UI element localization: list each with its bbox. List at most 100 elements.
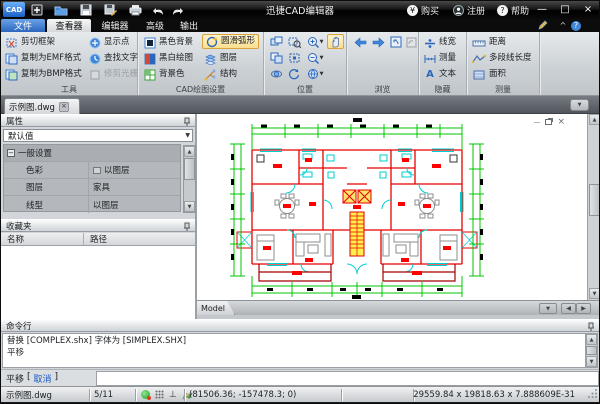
zoom-all-dropdown[interactable]: ▼: [320, 71, 324, 77]
tab-file[interactable]: 文件: [1, 19, 45, 32]
document-close-icon[interactable]: ×: [59, 102, 69, 112]
redo-button[interactable]: [169, 3, 186, 17]
show-points-button[interactable]: 显示点: [89, 35, 130, 50]
command-history[interactable]: 替换 [COMPLEX.shx] 字体为 [SIMPLEX.SHX] 平移: [2, 333, 587, 368]
mdi-close-icon[interactable]: ×: [557, 117, 565, 127]
view-3d-icon[interactable]: [268, 67, 284, 81]
structure-icon: [204, 69, 217, 81]
ribbon-help-icon[interactable]: ?: [569, 20, 583, 31]
column-name[interactable]: 名称: [1, 233, 83, 245]
forward-icon[interactable]: [370, 35, 386, 49]
snap-toggle-icon[interactable]: [141, 390, 150, 399]
scroll-left-icon[interactable]: ◀: [561, 303, 576, 314]
cancel-link[interactable]: 取消: [34, 372, 52, 385]
edit-pencil-icon[interactable]: [535, 20, 549, 31]
copy-emf-button[interactable]: 复制为EMF格式: [5, 51, 81, 66]
ortho-toggle-icon[interactable]: ⊥: [169, 390, 177, 400]
save-button[interactable]: [77, 3, 94, 17]
zoom-all-button[interactable]: ▼: [304, 67, 326, 81]
zoom-select-icon[interactable]: [286, 35, 302, 49]
copy-bmp-button[interactable]: 复制为BMP格式: [5, 67, 82, 82]
property-row-linetype[interactable]: 线型 以图层: [4, 196, 180, 213]
tab-advanced[interactable]: 高级: [139, 19, 171, 32]
mdi-minimize-icon[interactable]: —: [533, 118, 540, 126]
minimize-button[interactable]: —: [532, 1, 552, 18]
scroll-up-icon[interactable]: ▲: [184, 146, 195, 157]
bw-drawing-button[interactable]: 黑白绘图: [144, 51, 193, 66]
app-logo-icon[interactable]: CAD: [3, 2, 25, 17]
model-tab[interactable]: Model: [197, 301, 235, 315]
zoom-out-dropdown[interactable]: ▼: [320, 55, 324, 61]
save-as-button[interactable]: [102, 3, 119, 17]
cut-frame-button[interactable]: 剪切框架: [5, 35, 55, 50]
column-path[interactable]: 路径: [83, 233, 107, 245]
ribbon-group-cad-settings: 黑色背景 黑白绘图 背景色 圆滑弧形 图层 结构 CAD绘图设置: [138, 32, 264, 95]
zoom-in-dropdown[interactable]: ▼: [320, 39, 324, 45]
tab-editor[interactable]: 编辑器: [93, 19, 137, 32]
property-row-layer[interactable]: 图层 家具: [4, 179, 180, 196]
hide-text-button[interactable]: A 文本: [424, 67, 456, 82]
scroll-down-icon[interactable]: ▼: [586, 356, 597, 367]
preset-select[interactable]: 默认值 ▼: [3, 129, 193, 142]
drawing-canvas[interactable]: — ×: [197, 114, 588, 300]
property-group-row[interactable]: − 一般设置: [4, 145, 180, 162]
previous-view-icon[interactable]: [388, 35, 404, 49]
next-view-icon[interactable]: [403, 35, 419, 49]
new-file-button[interactable]: [28, 3, 45, 17]
open-file-button[interactable]: [52, 3, 69, 17]
document-tab[interactable]: 示例图.dwg ×: [4, 98, 80, 114]
mdi-restore-icon[interactable]: [545, 119, 552, 125]
properties-scrollbar[interactable]: ▲ ▼: [183, 145, 196, 213]
scroll-thumb[interactable]: [589, 184, 600, 216]
refresh-view-icon[interactable]: [286, 67, 302, 81]
background-color-button[interactable]: 背景色: [144, 67, 185, 82]
zoom-out-button[interactable]: ▼: [304, 51, 326, 65]
back-icon[interactable]: [352, 35, 368, 49]
close-button[interactable]: ×: [578, 1, 598, 18]
structure-button[interactable]: 结构: [204, 67, 237, 82]
register-button[interactable]: 注册: [453, 2, 485, 18]
scroll-down-icon[interactable]: ▼: [184, 201, 195, 212]
undo-button[interactable]: [150, 3, 167, 17]
help-button[interactable]: ? 帮助: [497, 2, 529, 18]
black-background-button[interactable]: 黑色背景: [144, 35, 193, 50]
scroll-up-icon[interactable]: ▲: [586, 334, 597, 345]
pan-button[interactable]: [327, 34, 344, 49]
find-text-button[interactable]: 查找文字: [89, 51, 138, 66]
buy-button[interactable]: ¥ 购买: [407, 2, 439, 18]
divider: [89, 389, 90, 401]
resize-grip[interactable]: [588, 388, 598, 401]
command-input[interactable]: [96, 371, 599, 386]
print-button[interactable]: [127, 3, 144, 17]
zoom-in-button[interactable]: ▼: [304, 35, 326, 49]
command-scrollbar[interactable]: ▲ ▼: [585, 333, 598, 368]
property-row-color[interactable]: 色彩 以图层: [4, 162, 180, 179]
maximize-button[interactable]: □: [555, 1, 575, 18]
tab-viewer[interactable]: 查看器: [47, 19, 91, 32]
layers-button[interactable]: 图层: [204, 51, 237, 66]
measure-distance-button[interactable]: 距离: [472, 35, 506, 50]
hide-lineweight-button[interactable]: 线宽: [424, 35, 456, 50]
zoom-extents-icon[interactable]: [286, 51, 302, 65]
command-line: 平移: [7, 347, 582, 359]
measure-polyline-button[interactable]: 多段线长度: [472, 51, 532, 66]
scroll-thumb[interactable]: [586, 346, 597, 355]
scroll-down-icon[interactable]: ▼: [589, 288, 600, 299]
favorites-list[interactable]: [1, 246, 195, 319]
tab-output[interactable]: 输出: [173, 19, 205, 32]
app-window: CAD 迅捷CAD编辑器 ¥ 购买 注册 ? 帮助 — □ ×: [0, 0, 600, 404]
smooth-arc-button[interactable]: 圆滑弧形: [202, 34, 259, 49]
zoom-window-icon[interactable]: [268, 35, 284, 49]
hide-measure-button[interactable]: 测量: [424, 51, 456, 66]
view-options-dropdown[interactable]: ▼: [570, 99, 589, 111]
scroll-right-icon[interactable]: ▶: [576, 303, 591, 314]
collapse-ribbon-button[interactable]: ^: [557, 20, 569, 31]
vertical-scrollbar[interactable]: ▲ ▼: [588, 114, 600, 300]
layout-list-dropdown[interactable]: ▼: [539, 303, 557, 314]
copy-view-icon[interactable]: [268, 51, 284, 65]
grid-toggle-icon[interactable]: [155, 390, 164, 399]
scroll-thumb[interactable]: [184, 158, 195, 180]
collapse-group-icon[interactable]: −: [7, 149, 15, 157]
measure-area-button[interactable]: 面积: [472, 67, 506, 82]
scroll-up-icon[interactable]: ▲: [589, 114, 600, 125]
